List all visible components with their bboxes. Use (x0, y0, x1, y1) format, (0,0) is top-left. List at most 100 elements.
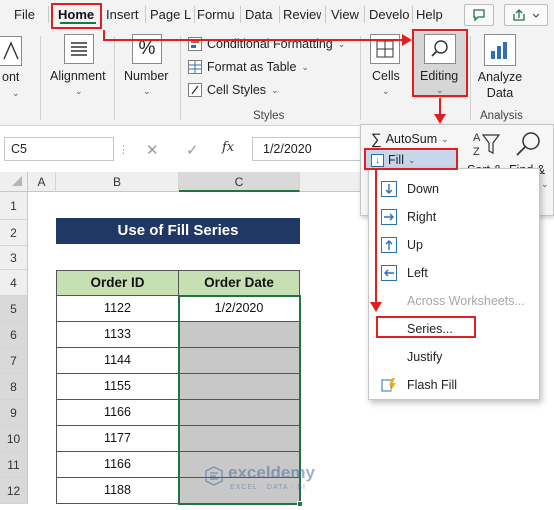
tab-page-layout[interactable]: Page L (150, 6, 192, 24)
conditional-formatting-button[interactable]: Conditional Formatting ⌄ (188, 34, 345, 54)
autosum-button[interactable]: ∑ AutoSum ⌄ (371, 129, 449, 149)
annotation-arrowhead (370, 302, 382, 312)
group-divider (114, 36, 115, 120)
header-order-date[interactable]: Order Date (179, 270, 300, 296)
row-header-4[interactable]: 4 (0, 270, 28, 296)
row-header-6[interactable]: 6 (0, 322, 28, 348)
row-header-1[interactable]: 1 (0, 192, 28, 220)
name-box[interactable]: C5 (4, 137, 114, 161)
exceldemy-watermark: exceldemy EXCEL · DATA · BI (204, 462, 354, 496)
order-date-cell[interactable] (179, 322, 300, 348)
fill-right-item[interactable]: Right (369, 205, 541, 229)
tab-view[interactable]: View (331, 6, 361, 24)
flash-fill-icon (381, 377, 397, 393)
chevron-down-icon: ⌄ (441, 133, 449, 144)
analyze-data-icon (484, 34, 516, 66)
comment-icon (473, 9, 485, 22)
order-id-cell[interactable]: 1188 (56, 478, 179, 504)
chevron-down-icon: ⌄ (337, 38, 346, 49)
tab-review[interactable]: Review (283, 6, 321, 24)
more-icon[interactable]: ⋮ (118, 143, 129, 156)
format-as-table-button[interactable]: Format as Table ⌄ (188, 57, 309, 77)
fill-justify-item[interactable]: Justify (369, 345, 541, 369)
analyze-data-line2: Data (486, 86, 514, 100)
flash-fill-label: Flash Fill (407, 378, 458, 392)
flash-fill-item[interactable]: Flash Fill (369, 373, 541, 397)
order-date-cell[interactable] (179, 374, 300, 400)
order-id-cell[interactable]: 1166 (56, 452, 179, 478)
annotation-arrowhead (434, 114, 446, 124)
row-header-7[interactable]: 7 (0, 348, 28, 374)
cells-button[interactable]: Cells (372, 69, 400, 83)
order-id-cell[interactable]: 1122 (56, 296, 179, 322)
alignment-icon (64, 34, 94, 64)
row-header-10[interactable]: 10 (0, 426, 28, 452)
row-header-12[interactable]: 12 (0, 478, 28, 504)
fill-left-label: Left (407, 266, 428, 280)
tab-file[interactable]: File (14, 6, 38, 24)
order-date-cell[interactable] (179, 426, 300, 452)
sigma-icon: ∑ (371, 130, 382, 148)
sheet-title[interactable]: Use of Fill Series (56, 218, 300, 244)
tab-separator (48, 6, 49, 23)
order-date-cell[interactable] (179, 348, 300, 374)
fill-left-item[interactable]: Left (369, 261, 541, 285)
tab-formulas[interactable]: Formu (197, 6, 237, 24)
alignment-button[interactable]: Alignment (50, 69, 106, 83)
row-header-8[interactable]: 8 (0, 374, 28, 400)
percent-icon: % (132, 34, 162, 64)
cell-styles-icon (188, 83, 202, 97)
row-header-3[interactable]: 3 (0, 246, 28, 270)
tab-help[interactable]: Help (416, 6, 446, 24)
insert-function-button[interactable]: fx (222, 140, 234, 155)
tab-home[interactable]: Home (58, 6, 98, 24)
row-header-2[interactable]: 2 (0, 220, 28, 246)
column-header-a[interactable]: A (28, 172, 56, 192)
enter-icon[interactable]: ✓ (186, 141, 199, 159)
order-id-cell[interactable]: 1144 (56, 348, 179, 374)
analysis-group-label: Analysis (480, 110, 523, 122)
header-order-id[interactable]: Order ID (56, 270, 179, 296)
fill-up-item[interactable]: Up (369, 233, 541, 257)
tab-developer[interactable]: Develo (369, 6, 409, 24)
share-button[interactable] (504, 4, 548, 26)
number-button[interactable]: Number (124, 69, 168, 83)
order-id-cell[interactable]: 1133 (56, 322, 179, 348)
cancel-icon[interactable]: ✕ (146, 141, 159, 159)
fill-handle[interactable] (297, 501, 303, 507)
editing-button[interactable]: Editing ⌄ (414, 32, 466, 98)
chevron-down-icon: ⌄ (407, 154, 416, 165)
column-header-b[interactable]: B (56, 172, 179, 192)
fill-series-item[interactable]: Series... (369, 317, 541, 341)
order-date-cell-active[interactable]: 1/2/2020 (179, 296, 300, 322)
fill-down-icon: ↓ (371, 153, 384, 167)
fill-across-worksheets-item: Across Worksheets... (369, 289, 541, 313)
row-header-9[interactable]: 9 (0, 400, 28, 426)
order-id-cell[interactable]: 1177 (56, 426, 179, 452)
order-id-cell[interactable]: 1166 (56, 400, 179, 426)
row-header-5[interactable]: 5 (0, 296, 28, 322)
select-all-corner[interactable] (0, 172, 28, 192)
tab-separator (194, 6, 195, 23)
table-icon (188, 60, 202, 74)
row-header-11[interactable]: 11 (0, 452, 28, 478)
cell-styles-label: Cell Styles (207, 83, 267, 97)
tab-separator (279, 6, 280, 23)
order-id-cell[interactable]: 1155 (56, 374, 179, 400)
tab-data[interactable]: Data (245, 6, 275, 24)
chevron-down-icon: ⌄ (271, 84, 279, 95)
analyze-data-button[interactable]: Analyze (476, 70, 524, 84)
cell-styles-button[interactable]: Cell Styles ⌄ (188, 80, 279, 100)
formula-input[interactable]: 1/2/2020 (252, 137, 362, 161)
column-header-c[interactable]: C (179, 172, 300, 192)
font-group-label[interactable]: ont (2, 70, 19, 84)
tab-separator (412, 6, 413, 23)
order-date-cell[interactable] (179, 400, 300, 426)
fill-down-item[interactable]: Down (369, 177, 541, 201)
comments-button[interactable] (464, 4, 494, 26)
tab-insert[interactable]: Insert (106, 6, 142, 24)
fill-submenu: Down Right Up Left Across Worksheets... … (368, 168, 540, 400)
cells-icon (370, 34, 400, 64)
editing-label: Editing (420, 69, 459, 83)
tab-separator (240, 6, 241, 23)
